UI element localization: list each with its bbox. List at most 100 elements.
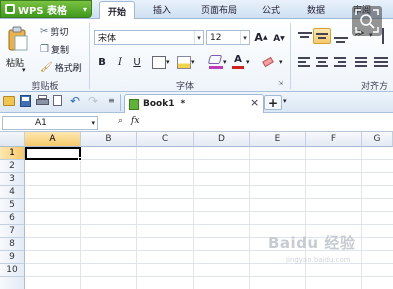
- formula-input[interactable]: [146, 116, 391, 130]
- chevron-down-icon[interactable]: ▾: [283, 97, 287, 105]
- tab-formulas[interactable]: 公式: [254, 1, 288, 18]
- open-folder-icon[interactable]: [3, 96, 15, 106]
- chevron-down-icon: ▾: [82, 4, 87, 14]
- copy-icon: ❐: [40, 43, 49, 55]
- chevron-down-icon[interactable]: ▾: [191, 58, 195, 66]
- highlight-icon[interactable]: [207, 55, 223, 69]
- borders-icon[interactable]: [152, 56, 166, 69]
- format-painter-button[interactable]: 🖌 格式刷: [40, 61, 82, 74]
- font-name-select[interactable]: 宋体 ▾: [94, 30, 204, 45]
- align-left-icon[interactable]: [298, 57, 310, 69]
- wrap-text-icon[interactable]: [382, 28, 393, 44]
- column-header-d[interactable]: D: [194, 132, 250, 147]
- modified-indicator: *: [180, 99, 186, 109]
- font-color-button[interactable]: A: [232, 53, 244, 66]
- print-icon[interactable]: [36, 95, 49, 107]
- cell-reference: A1: [35, 118, 47, 128]
- tab-data[interactable]: 数据: [299, 1, 333, 18]
- chevron-down-icon[interactable]: ▾: [166, 58, 170, 66]
- insert-function-button[interactable]: fx: [131, 116, 139, 126]
- grid-line: [361, 147, 362, 289]
- group-divider: [290, 23, 291, 89]
- chevron-down-icon[interactable]: ▾: [223, 58, 227, 66]
- chevron-down-icon[interactable]: ▾: [246, 58, 250, 66]
- font-size-select[interactable]: 12 ▾: [206, 30, 250, 45]
- tab-page-layout[interactable]: 页面布局: [190, 1, 248, 18]
- customize-toolbar-icon[interactable]: ≡: [108, 96, 115, 105]
- align-bottom-icon[interactable]: [334, 31, 348, 43]
- row-header-1[interactable]: 1: [0, 147, 25, 160]
- watermark-url: jingyan.baidu.com: [286, 256, 351, 264]
- align-top-icon[interactable]: [298, 31, 312, 43]
- chevron-down-icon[interactable]: ▾: [279, 58, 283, 66]
- select-all-corner[interactable]: [0, 132, 25, 147]
- format-painter-label: 格式刷: [54, 63, 82, 74]
- bold-button[interactable]: B: [96, 56, 108, 69]
- scissors-icon: ✂: [40, 25, 49, 37]
- grid-line: [80, 147, 81, 289]
- font-size-value: 12: [210, 32, 222, 43]
- row-header-5[interactable]: 5: [0, 199, 25, 212]
- fill-handle[interactable]: [78, 157, 82, 161]
- eraser-icon[interactable]: [262, 55, 277, 69]
- row-header-2[interactable]: 2: [0, 160, 25, 173]
- row-header-11[interactable]: [0, 277, 25, 289]
- column-header-c[interactable]: C: [137, 132, 194, 147]
- clipboard-group-label: 剪贴板: [31, 82, 59, 92]
- cut-button[interactable]: ✂ 剪切: [40, 25, 69, 38]
- align-center-icon[interactable]: [316, 57, 328, 69]
- redo-icon[interactable]: ↷: [88, 94, 98, 108]
- shrink-font-label: A: [273, 33, 281, 44]
- active-cell-a1[interactable]: [25, 147, 81, 160]
- save-icon[interactable]: [20, 95, 31, 107]
- row-header-6[interactable]: 6: [0, 212, 25, 225]
- wps-app-menu-button[interactable]: WPS 表格 ▾: [0, 0, 92, 18]
- font-group-label: 字体: [175, 82, 194, 92]
- justify-icon[interactable]: [355, 57, 367, 69]
- fill-color-icon[interactable]: [177, 56, 191, 69]
- tab-insert[interactable]: 插入: [143, 1, 181, 18]
- watermark: Baidu 经验: [268, 234, 356, 252]
- align-middle-button[interactable]: [313, 28, 331, 44]
- row-header-9[interactable]: 9: [0, 251, 25, 264]
- format-painter-icon: 🖌: [40, 61, 53, 73]
- font-name-value: 宋体: [98, 34, 117, 44]
- grow-font-button[interactable]: A ▲: [254, 30, 268, 45]
- row-header-3[interactable]: 3: [0, 173, 25, 186]
- column-header-e[interactable]: E: [250, 132, 306, 147]
- print-preview-icon[interactable]: [53, 95, 65, 107]
- underline-button[interactable]: U: [131, 56, 143, 69]
- search-icon[interactable]: ⌕: [118, 116, 123, 126]
- paste-button[interactable]: [7, 26, 29, 52]
- chevron-down-icon: ▾: [194, 31, 203, 44]
- column-header-b[interactable]: B: [81, 132, 137, 147]
- cut-label: 剪切: [50, 27, 69, 38]
- column-header-f[interactable]: F: [306, 132, 362, 147]
- chevron-down-icon: ▾: [91, 119, 95, 127]
- row-header-4[interactable]: 4: [0, 186, 25, 199]
- group-divider: [89, 23, 90, 89]
- name-box[interactable]: A1 ▾: [2, 116, 98, 130]
- grid-line: [136, 147, 137, 289]
- row-header-8[interactable]: 8: [0, 238, 25, 251]
- column-header-g[interactable]: G: [362, 132, 393, 147]
- row-header-10[interactable]: 10: [0, 264, 25, 277]
- distributed-icon[interactable]: [374, 57, 388, 69]
- grid-line: [305, 147, 306, 289]
- toolbar-divider: [120, 94, 121, 111]
- column-header-a[interactable]: A: [25, 132, 81, 147]
- shrink-font-button[interactable]: A ▼: [272, 31, 286, 46]
- font-dialog-launcher-icon[interactable]: ⇲: [278, 80, 283, 87]
- copy-button[interactable]: ❐ 复制: [40, 43, 69, 56]
- italic-button[interactable]: I: [114, 56, 126, 69]
- spreadsheet-file-icon: [129, 98, 139, 110]
- tab-home[interactable]: 开始: [99, 1, 135, 20]
- undo-icon[interactable]: ↶: [70, 94, 80, 108]
- align-right-icon[interactable]: [334, 57, 346, 69]
- row-header-7[interactable]: 7: [0, 225, 25, 238]
- paste-icon: [8, 26, 28, 51]
- close-tab-icon[interactable]: ×: [250, 96, 259, 109]
- document-tab[interactable]: Book1 *: [124, 94, 264, 113]
- new-tab-button[interactable]: +: [264, 95, 282, 110]
- paste-dropdown-icon[interactable]: ▾: [22, 66, 26, 74]
